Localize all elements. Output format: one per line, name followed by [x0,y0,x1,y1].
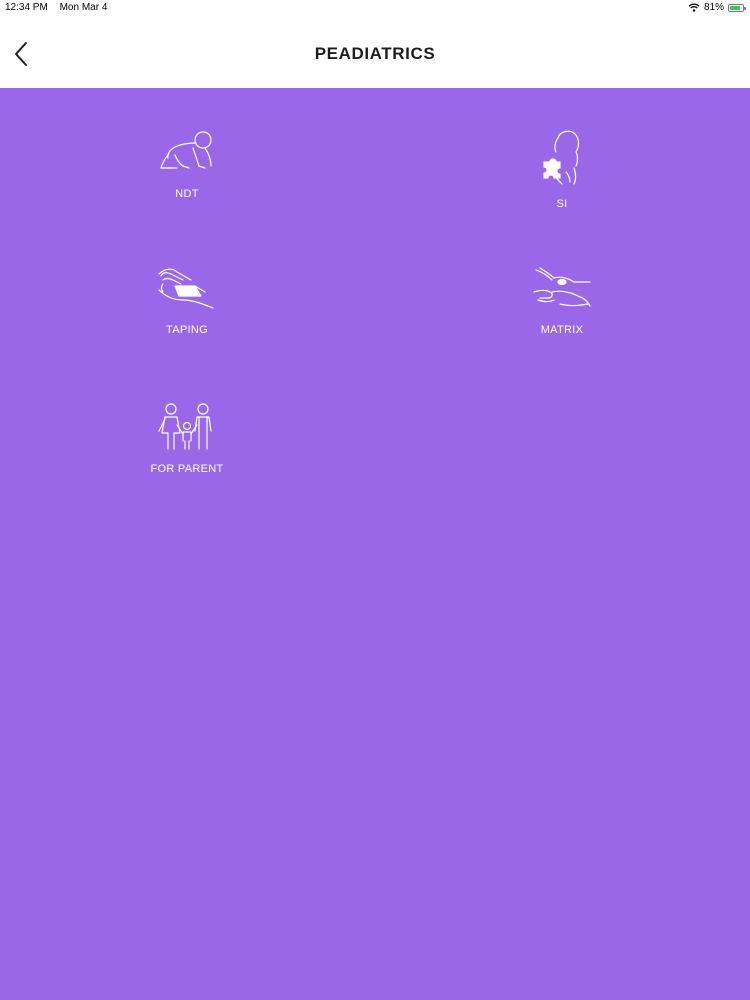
menu-item-label: NDT [175,188,199,200]
menu-item-matrix[interactable]: MATRIX [487,264,637,374]
menu-item-for-parent[interactable]: FOR PARENT [112,401,262,511]
menu-item-ndt[interactable]: NDT [112,128,262,238]
status-bar: 12:34 PM Mon Mar 4 81% [0,0,750,16]
family-icon [158,403,212,450]
matrix-hands-icon [533,267,591,307]
wifi-icon [688,3,700,12]
battery-percent: 81% [703,2,724,13]
taping-hand-icon [158,268,214,309]
puzzle-head-icon [543,130,580,185]
status-left: 12:34 PM Mon Mar 4 [5,2,116,13]
page-title: PEADIATRICS [314,44,436,63]
menu-item-taping[interactable]: TAPING [112,264,262,374]
menu-grid: NDT SI TAPING MATRIX FOR PARENT [0,88,750,1000]
menu-item-label: MATRIX [540,324,584,336]
battery-level [730,5,740,10]
menu-item-label: SI [556,198,568,210]
crawling-baby-icon [160,131,212,169]
navigation-bar: PEADIATRICS [0,16,750,88]
menu-item-si[interactable]: SI [487,128,637,238]
menu-item-label: TAPING [166,324,208,336]
status-right: 81% [688,2,746,13]
status-time: 12:34 PM [5,2,48,13]
status-date: Mon Mar 4 [59,2,108,13]
battery-icon [728,3,746,12]
menu-item-label: FOR PARENT [150,463,224,475]
